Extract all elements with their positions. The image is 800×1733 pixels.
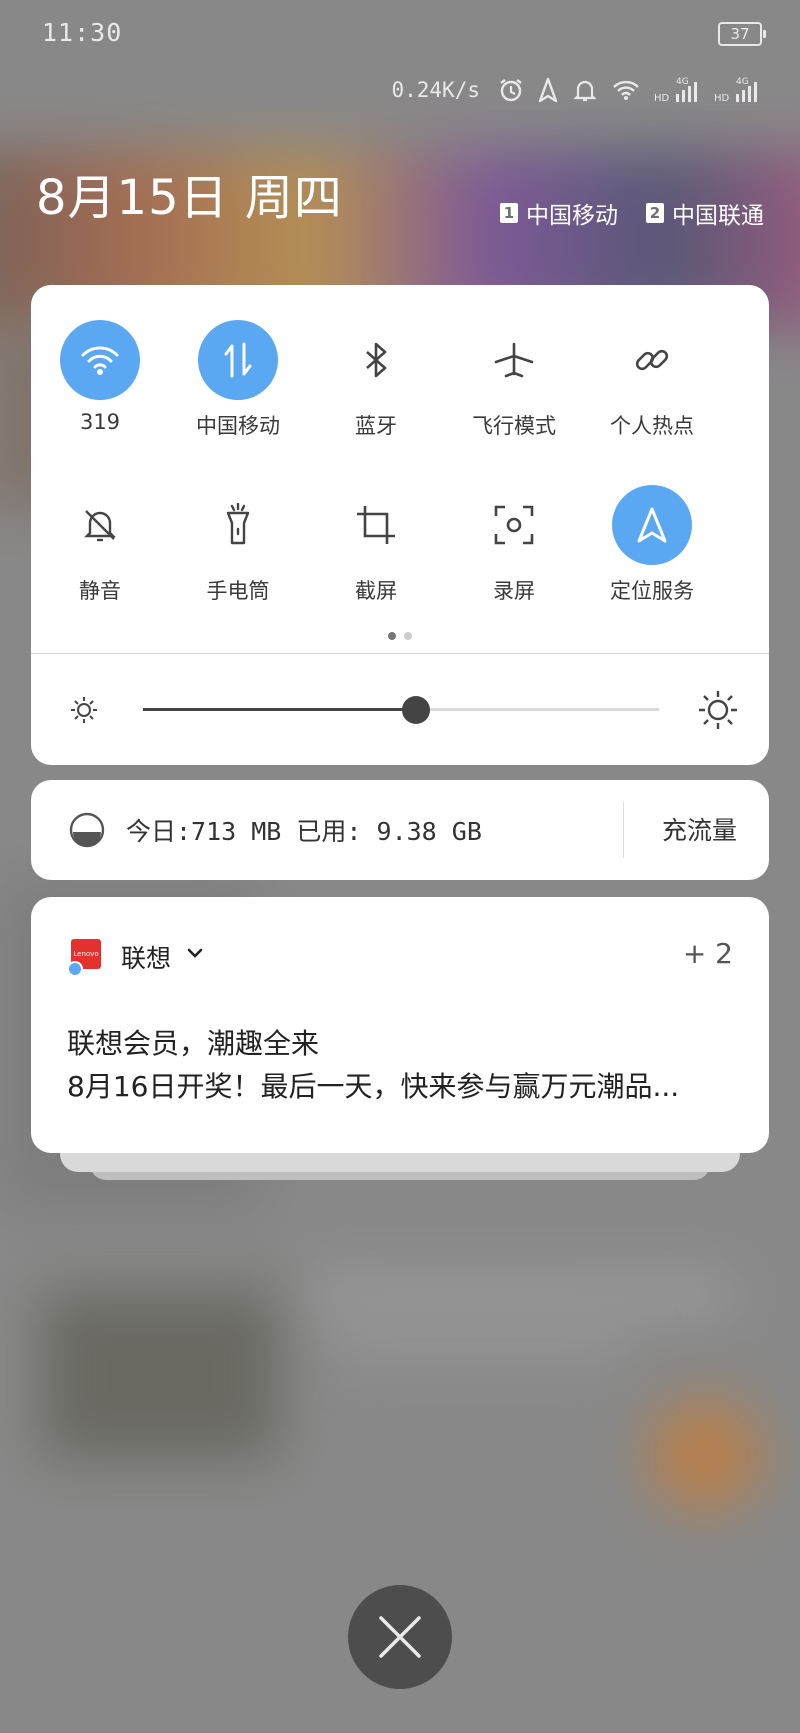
notification-card[interactable]: Lenovo 联想 + 2 联想会员，潮趣全来 8月16日开奖！最后一天，快来参…	[31, 897, 769, 1153]
alarm-icon	[498, 77, 524, 103]
notification-body: 8月16日开奖！最后一天，快来参与赢万元潮品...	[67, 1070, 680, 1103]
quick-settings-panel: 319 中国移动 蓝牙 飞行模式 个人热点 静音 手电筒 截屏 录屏 定位服务	[31, 285, 769, 765]
sim-carriers: 1 中国移动 2 中国联通	[500, 196, 764, 230]
page-indicator[interactable]	[31, 625, 769, 644]
clock: 11:30	[42, 18, 123, 47]
tile-mobile-data[interactable]: 中国移动	[169, 320, 307, 485]
airplane-icon	[474, 320, 554, 400]
brightness-control	[31, 655, 769, 765]
status-bar: 11:30 37	[0, 0, 800, 70]
tile-wifi[interactable]: 319	[31, 320, 169, 485]
sim-2: 2 中国联通	[646, 196, 764, 230]
record-icon	[474, 485, 554, 565]
brightness-slider-thumb[interactable]	[402, 696, 431, 724]
status-icons: 0.24K/s HD 4G HD 4G	[391, 74, 760, 106]
tile-wifi-label: 319	[79, 410, 121, 434]
wifi-icon	[612, 79, 640, 101]
signal-sim2-icon: HD 4G	[714, 76, 760, 104]
tile-airplane-label: 飞行模式	[472, 414, 556, 438]
mute-bell-icon	[60, 485, 140, 565]
tile-screen-record-label: 录屏	[493, 579, 535, 603]
notification-title: 联想会员，潮趣全来	[67, 1027, 320, 1060]
tile-hotspot-label: 个人热点	[610, 414, 694, 438]
signal-sim1-icon: HD 4G	[654, 76, 700, 104]
net-speed: 0.24K/s	[391, 78, 480, 102]
svg-text:4G: 4G	[736, 77, 749, 87]
clear-all-button[interactable]	[348, 1585, 452, 1689]
bell-icon	[572, 77, 598, 103]
svg-text:HD: HD	[654, 93, 670, 104]
location-icon	[538, 77, 558, 103]
tile-mobile-data-label: 中国移动	[196, 414, 280, 438]
date-label: 8月15日 周四	[36, 170, 343, 226]
sim-2-badge: 2	[646, 203, 664, 223]
svg-text:4G: 4G	[676, 77, 689, 87]
page-dot-1	[388, 632, 396, 640]
brightness-high-icon	[697, 689, 739, 735]
data-usage-text: 今日:713 MB 已用: 9.38 GB	[126, 817, 482, 846]
tile-mute-label: 静音	[79, 579, 121, 603]
recharge-data-button[interactable]: 充流量	[662, 811, 737, 847]
battery-icon: 37	[718, 22, 766, 46]
link-icon	[612, 320, 692, 400]
flashlight-icon	[198, 485, 278, 565]
tile-screenshot-label: 截屏	[355, 579, 397, 603]
tile-flashlight-label: 手电筒	[206, 579, 270, 603]
chevron-down-icon[interactable]	[183, 941, 207, 969]
data-usage-icon	[69, 812, 105, 852]
brightness-low-icon	[69, 695, 99, 729]
close-icon	[379, 1616, 421, 1658]
tile-bluetooth[interactable]: 蓝牙	[307, 320, 445, 485]
separator	[623, 802, 624, 858]
sim-1-badge: 1	[500, 203, 518, 223]
badge-dot	[67, 961, 83, 977]
location-arrow-icon	[612, 485, 692, 565]
wifi-icon	[60, 320, 140, 400]
tile-location-label: 定位服务	[610, 579, 694, 603]
tile-bluetooth-label: 蓝牙	[355, 414, 397, 438]
notification-count: + 2	[682, 937, 733, 970]
mobile-data-icon	[198, 320, 278, 400]
quick-settings-grid: 319 中国移动 蓝牙 飞行模式 个人热点 静音 手电筒 截屏 录屏 定位服务	[31, 320, 769, 650]
bluetooth-icon	[336, 320, 416, 400]
page-dot-2	[404, 632, 412, 640]
sim-1: 1 中国移动	[500, 196, 618, 230]
brightness-slider[interactable]	[143, 708, 659, 711]
svg-text:HD: HD	[714, 93, 730, 104]
divider	[31, 653, 769, 654]
tile-hotspot[interactable]: 个人热点	[583, 320, 721, 485]
sim-1-carrier: 中国移动	[526, 203, 618, 229]
crop-icon	[336, 485, 416, 565]
notification-app-name: 联想	[121, 944, 172, 973]
sim-2-carrier: 中国联通	[672, 203, 764, 229]
tile-airplane[interactable]: 飞行模式	[445, 320, 583, 485]
data-usage-card[interactable]: 今日:713 MB 已用: 9.38 GB 充流量	[31, 780, 769, 880]
